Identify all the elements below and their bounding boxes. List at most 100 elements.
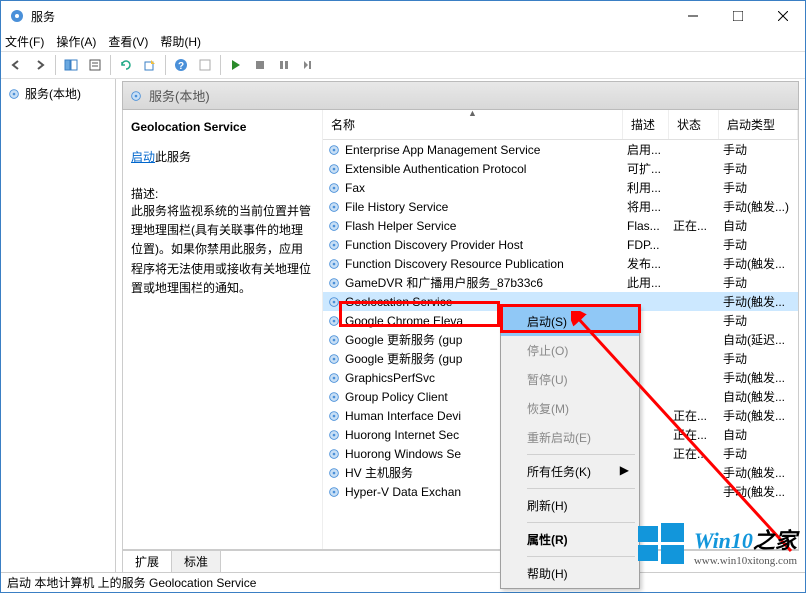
service-startup: 自动: [719, 426, 798, 443]
service-desc: Flas...: [623, 219, 669, 233]
gear-icon: [327, 314, 341, 328]
start-service-button[interactable]: [225, 54, 247, 76]
properties-button[interactable]: [84, 54, 106, 76]
start-service-link[interactable]: 启动: [131, 150, 155, 164]
ctx-resume[interactable]: 恢复(M): [501, 394, 639, 423]
table-row[interactable]: Enterprise App Management Service 启用... 手动: [323, 140, 798, 159]
service-name: Huorong Internet Sec: [345, 428, 459, 442]
tree-item-services-local[interactable]: 服务(本地): [3, 83, 113, 104]
service-name: Google 更新服务 (gup: [345, 350, 462, 367]
chevron-right-icon: ▶: [620, 463, 629, 480]
svg-text:?: ?: [178, 61, 184, 72]
gear-icon: [327, 352, 341, 366]
service-status: 正在...: [669, 445, 719, 462]
gear-icon: [327, 238, 341, 252]
table-row[interactable]: Function Discovery Resource Publication发…: [323, 254, 798, 273]
services-icon: [9, 8, 25, 24]
statusbar: 启动 本地计算机 上的服务 Geolocation Service: [1, 572, 805, 592]
service-name: Human Interface Devi: [345, 409, 461, 423]
ctx-restart[interactable]: 重新启动(E): [501, 423, 639, 452]
table-row[interactable]: Flash Helper ServiceFlas...正在...自动: [323, 216, 798, 235]
col-startup[interactable]: 启动类型: [719, 110, 798, 139]
menubar: 文件(F) 操作(A) 查看(V) 帮助(H): [1, 31, 805, 51]
service-name: Google 更新服务 (gup: [345, 331, 462, 348]
ctx-help[interactable]: 帮助(H): [501, 559, 639, 588]
service-name: Huorong Windows Se: [345, 447, 461, 461]
menu-file[interactable]: 文件(F): [5, 33, 44, 50]
service-startup: 手动(触发...: [719, 369, 798, 386]
service-startup: 手动: [719, 160, 798, 177]
service-startup: 手动: [719, 445, 798, 462]
service-desc: FDP...: [623, 238, 669, 252]
sort-asc-icon: ▲: [468, 110, 477, 118]
table-row[interactable]: Fax利用...手动: [323, 178, 798, 197]
menu-help[interactable]: 帮助(H): [160, 33, 201, 50]
menu-view[interactable]: 查看(V): [108, 33, 148, 50]
right-header: 服务(本地): [122, 81, 799, 110]
ctx-start[interactable]: 启动(S): [501, 307, 639, 336]
gear-icon: [327, 371, 341, 385]
service-name: Extensible Authentication Protocol: [345, 162, 526, 176]
tab-standard[interactable]: 标准: [171, 550, 221, 572]
desc-text: 此服务将监视系统的当前位置并管理地理围栏(具有关联事件的地理位置)。如果你禁用此…: [131, 202, 314, 298]
detail-service-name: Geolocation Service: [131, 120, 314, 134]
ctx-all-tasks[interactable]: 所有任务(K)▶: [501, 457, 639, 486]
context-menu: 启动(S) 停止(O) 暂停(U) 恢复(M) 重新启动(E) 所有任务(K)▶…: [500, 306, 640, 589]
pause-service-button[interactable]: [273, 54, 295, 76]
service-desc: 可扩...: [623, 160, 669, 177]
service-startup: 手动(触发...: [719, 255, 798, 272]
service-name: Enterprise App Management Service: [345, 143, 540, 157]
stop-service-button[interactable]: [249, 54, 271, 76]
ctx-properties[interactable]: 属性(R): [501, 525, 639, 554]
menu-action[interactable]: 操作(A): [56, 33, 96, 50]
gear-icon: [327, 409, 341, 423]
col-name[interactable]: 名称 ▲: [323, 110, 623, 139]
detail-panel: Geolocation Service 启动此服务 描述: 此服务将监视系统的当…: [123, 110, 323, 549]
close-button[interactable]: [760, 1, 805, 31]
back-button[interactable]: [5, 54, 27, 76]
service-desc: 启用...: [623, 141, 669, 158]
service-startup: 自动: [719, 217, 798, 234]
table-row[interactable]: Function Discovery Provider Host FDP... 手动: [323, 235, 798, 254]
minimize-button[interactable]: [670, 1, 715, 31]
restart-service-button[interactable]: [297, 54, 319, 76]
service-desc: 此用...: [623, 274, 669, 291]
service-startup: 手动: [719, 141, 798, 158]
refresh-button[interactable]: [115, 54, 137, 76]
ctx-pause[interactable]: 暂停(U): [501, 365, 639, 394]
export-button[interactable]: [139, 54, 161, 76]
tree-panel: 服务(本地): [1, 79, 116, 572]
maximize-button[interactable]: [715, 1, 760, 31]
service-desc: 将用...: [623, 198, 669, 215]
ctx-stop[interactable]: 停止(O): [501, 336, 639, 365]
properties2-button[interactable]: [194, 54, 216, 76]
titlebar: 服务: [1, 1, 805, 31]
table-row[interactable]: File History Service将用...手动(触发...): [323, 197, 798, 216]
show-hide-tree-button[interactable]: [60, 54, 82, 76]
gear-icon: [327, 485, 341, 499]
gear-icon: [327, 143, 341, 157]
service-startup: 手动: [719, 312, 798, 329]
ctx-refresh[interactable]: 刷新(H): [501, 491, 639, 520]
gear-icon: [327, 390, 341, 404]
tab-extended[interactable]: 扩展: [122, 550, 172, 572]
service-name: Function Discovery Provider Host: [345, 238, 523, 252]
status-text: 启动 本地计算机 上的服务 Geolocation Service: [7, 574, 256, 591]
service-startup: 手动(触发...: [719, 293, 798, 310]
service-desc: 发布...: [623, 255, 669, 272]
service-name: GraphicsPerfSvc: [345, 371, 435, 385]
window-title: 服务: [31, 8, 670, 25]
service-startup: 手动: [719, 179, 798, 196]
help-button[interactable]: ?: [170, 54, 192, 76]
service-startup: 手动: [719, 236, 798, 253]
service-status: 正在...: [669, 217, 719, 234]
gear-icon: [327, 333, 341, 347]
service-startup: 手动(触发...: [719, 407, 798, 424]
col-desc[interactable]: 描述: [623, 110, 669, 139]
service-status: 正在...: [669, 426, 719, 443]
service-startup: 手动: [719, 274, 798, 291]
table-row[interactable]: GameDVR 和广播用户服务_87b33c6此用...手动: [323, 273, 798, 292]
table-row[interactable]: Extensible Authentication Protocol 可扩... 手…: [323, 159, 798, 178]
col-status[interactable]: 状态: [669, 110, 719, 139]
forward-button[interactable]: [29, 54, 51, 76]
